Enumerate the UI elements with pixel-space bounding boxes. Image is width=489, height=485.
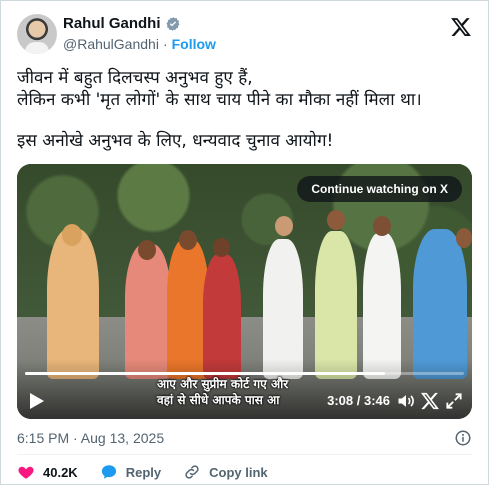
copy-link-label: Copy link	[209, 464, 268, 480]
author-name[interactable]: Rahul Gandhi	[63, 15, 161, 32]
volume-icon[interactable]	[396, 391, 416, 411]
tweet-line: इस अनोखे अनुभव के लिए, धन्यवाद चुनाव आयो…	[17, 131, 334, 151]
video-figure	[363, 233, 401, 379]
video-figure-head	[138, 240, 156, 260]
reply-icon	[101, 465, 116, 479]
tweet-line: जीवन में बहुत दिलचस्प अनुभव हुए हैं,	[17, 68, 253, 88]
tweet-header: Rahul Gandhi @RahulGandhi · Follow	[17, 13, 474, 57]
author-handle[interactable]: @RahulGandhi	[63, 36, 159, 52]
heart-icon	[18, 466, 34, 479]
video-figure-head	[62, 224, 82, 246]
x-logo-icon[interactable]	[450, 16, 472, 38]
divider	[17, 454, 472, 455]
copy-link-button[interactable]: Copy link	[183, 463, 268, 481]
video-figure	[413, 229, 467, 379]
video-progress-fill	[25, 372, 385, 375]
video-figure	[263, 239, 303, 379]
verified-badge-icon	[165, 16, 180, 31]
like-count: 40.2K	[43, 464, 78, 480]
tweet-line: लेकिन कभी 'मृत लोगों' के साथ चाय पीने का…	[17, 90, 422, 110]
tweet-text: जीवन में बहुत दिलचस्प अनुभव हुए हैं, लेक…	[17, 67, 477, 152]
video-progress-bar[interactable]	[25, 372, 464, 375]
avatar[interactable]	[17, 14, 57, 54]
video-figure	[315, 231, 357, 379]
continue-watching-button[interactable]: Continue watching on X	[297, 176, 462, 202]
fullscreen-icon[interactable]	[444, 391, 464, 411]
video-figure-head	[179, 230, 197, 250]
video-figure-head	[456, 228, 472, 248]
tweet-actions: 40.2K Reply Copy link	[17, 462, 290, 482]
follow-button[interactable]: Follow	[172, 36, 216, 52]
reply-label: Reply	[125, 464, 162, 480]
video-controls: 3:08 / 3:46	[17, 389, 472, 413]
tweet-card: Rahul Gandhi @RahulGandhi · Follow जीवन …	[0, 0, 489, 485]
video-time: 3:08 / 3:46	[327, 393, 390, 408]
video-figure-head	[327, 210, 345, 230]
info-icon[interactable]	[454, 429, 472, 447]
reply-button[interactable]: Reply	[100, 463, 161, 481]
video-figure	[47, 229, 99, 379]
video-figure-head	[213, 238, 230, 257]
play-icon[interactable]	[29, 392, 45, 410]
author-handle-row: @RahulGandhi · Follow	[63, 36, 216, 52]
like-button[interactable]: 40.2K	[17, 463, 78, 481]
tweet-timestamp[interactable]: 6:15 PM · Aug 13, 2025	[17, 430, 164, 446]
author-name-row: Rahul Gandhi	[63, 15, 181, 32]
video-figure-head	[373, 216, 391, 236]
video-player[interactable]: Continue watching on X आए और सुप्रीम कोर…	[17, 164, 472, 419]
link-icon	[185, 465, 199, 479]
separator: ·	[162, 36, 168, 52]
x-watermark-icon[interactable]	[420, 391, 440, 411]
video-figure-head	[275, 216, 293, 236]
